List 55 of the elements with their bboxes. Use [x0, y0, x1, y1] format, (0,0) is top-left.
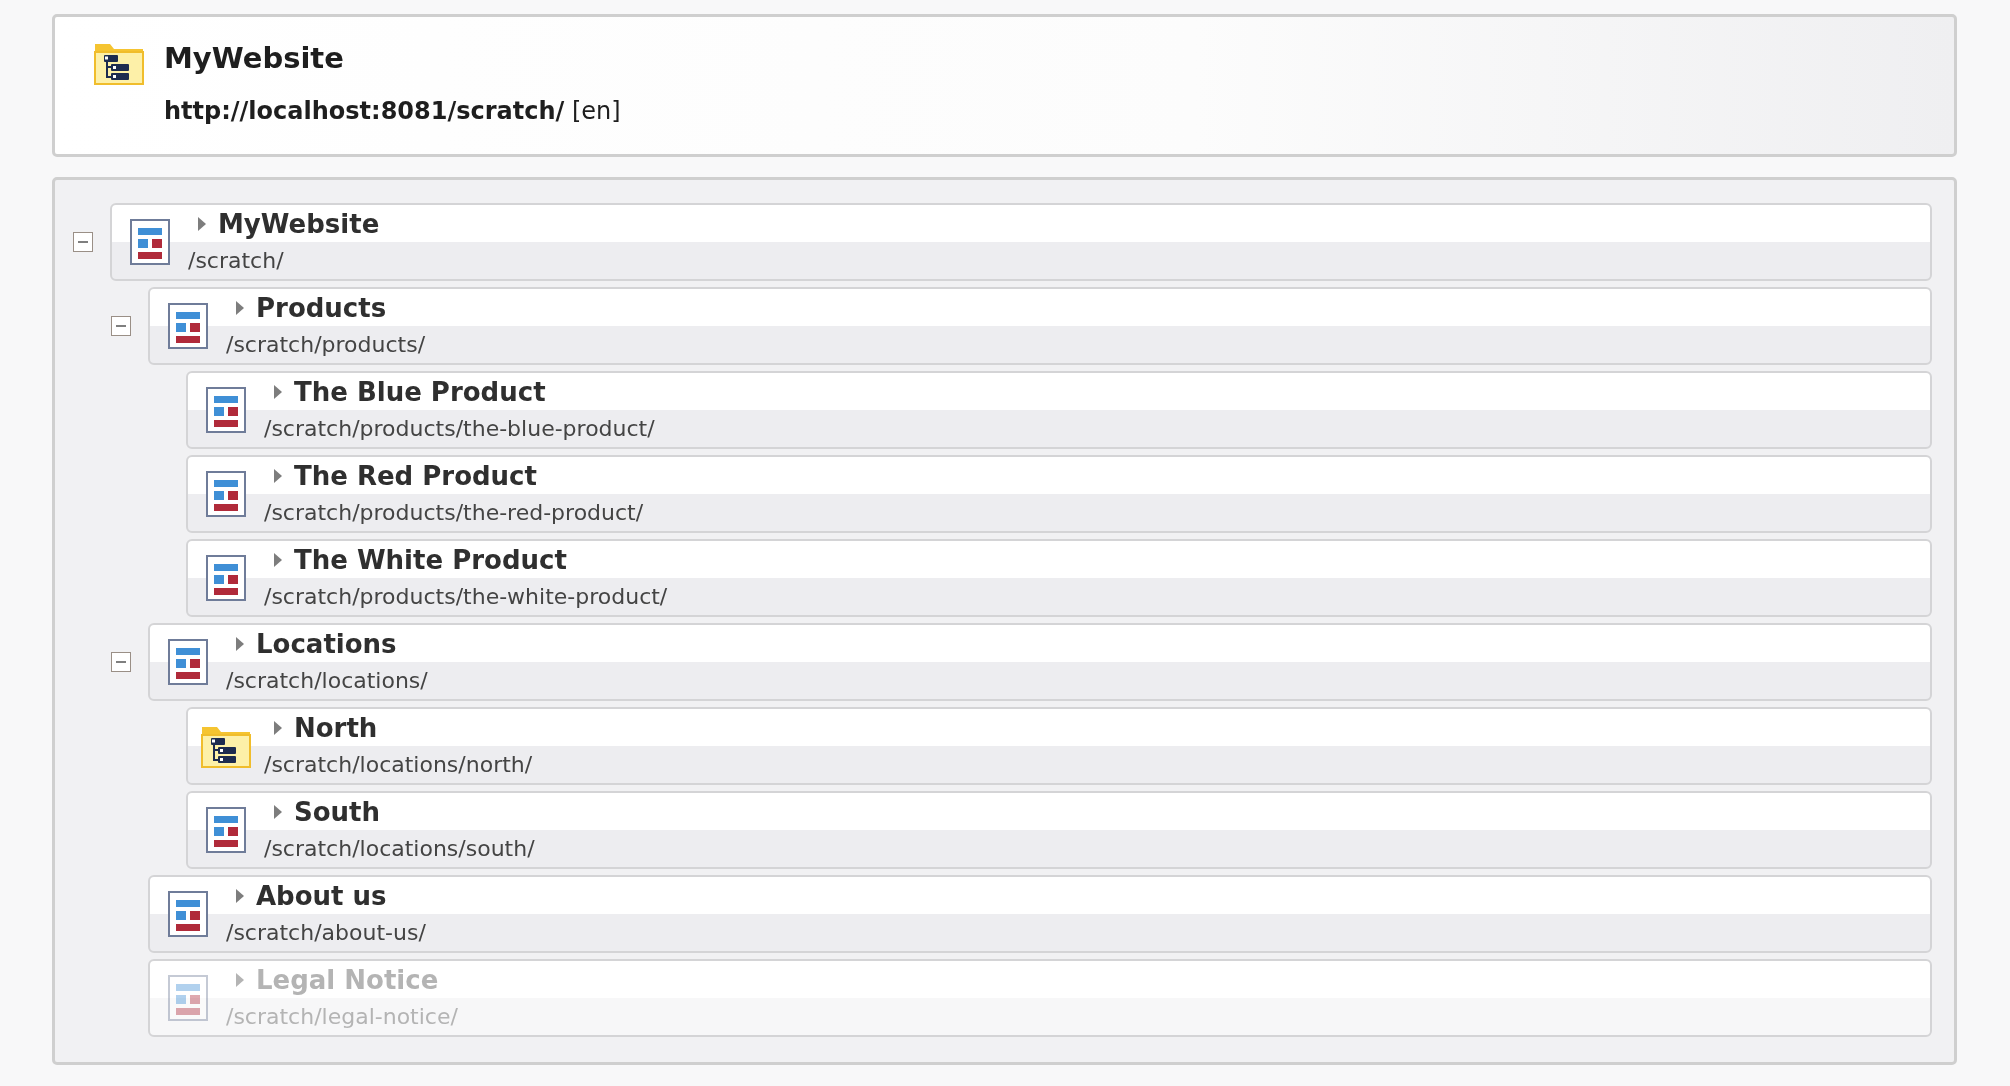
page-row[interactable]: North /scratch/locations/north/: [186, 707, 1932, 785]
page-icon: [206, 555, 246, 601]
page-path: /scratch/about-us/: [226, 920, 426, 945]
page-path: /scratch/locations/: [226, 668, 428, 693]
page-title: Legal Notice: [256, 964, 439, 995]
language-code: [en]: [571, 97, 621, 125]
page-icon: [168, 639, 208, 685]
caret-icon[interactable]: [274, 720, 282, 735]
page-title: Products: [256, 292, 387, 323]
page-row[interactable]: Locations /scratch/locations/: [148, 623, 1932, 701]
page-path: /scratch/products/the-blue-product/: [264, 416, 655, 441]
caret-icon[interactable]: [274, 552, 282, 567]
page-path: /scratch/: [188, 248, 284, 273]
site-title: MyWebsite: [164, 41, 345, 75]
folder-icon: [94, 41, 144, 85]
page-path: /scratch/products/the-white-product/: [264, 584, 668, 609]
page-title: The White Product: [294, 544, 567, 575]
page-path: /scratch/products/: [226, 332, 426, 357]
page-path: /scratch/locations/north/: [264, 752, 533, 777]
page-row[interactable]: The White Product /scratch/products/the-white-product/: [186, 539, 1932, 617]
caret-icon[interactable]: [236, 636, 244, 651]
page-path: /scratch/products/the-red-product/: [264, 500, 644, 525]
site-url: http://localhost:8081/scratch/: [164, 97, 565, 125]
page-title: The Blue Product: [294, 376, 546, 407]
caret-icon[interactable]: [274, 804, 282, 819]
page-icon: [168, 891, 208, 937]
collapse-toggle[interactable]: [111, 316, 131, 336]
page-row[interactable]: South /scratch/locations/south/: [186, 791, 1932, 869]
page-icon: [206, 807, 246, 853]
page-row[interactable]: The Blue Product /scratch/products/the-blue-product/: [186, 371, 1932, 449]
page-title: About us: [256, 880, 387, 911]
caret-icon[interactable]: [198, 216, 206, 231]
page-title: South: [294, 796, 381, 827]
page-icon: [206, 471, 246, 517]
collapse-toggle[interactable]: [73, 232, 93, 252]
collapse-toggle[interactable]: [111, 652, 131, 672]
page-title: Locations: [256, 628, 397, 659]
page-icon: [168, 303, 208, 349]
caret-icon[interactable]: [274, 384, 282, 399]
folder-icon: [201, 724, 251, 768]
page-row[interactable]: The Red Product /scratch/products/the-red-product/: [186, 455, 1932, 533]
page-path: /scratch/legal-notice/: [226, 1004, 458, 1029]
page-title: MyWebsite: [218, 208, 380, 239]
page-icon: [130, 219, 170, 265]
page-title: The Red Product: [294, 460, 537, 491]
page-row[interactable]: About us /scratch/about-us/: [148, 875, 1932, 953]
page-path: /scratch/locations/south/: [264, 836, 535, 861]
page-icon: [206, 387, 246, 433]
caret-icon[interactable]: [236, 888, 244, 903]
page-row[interactable]: MyWebsite /scratch/: [110, 203, 1932, 281]
page-title: North: [294, 712, 378, 743]
caret-icon[interactable]: [236, 300, 244, 315]
page-row[interactable]: Products /scratch/products/: [148, 287, 1932, 365]
caret-icon[interactable]: [274, 468, 282, 483]
page-icon: [168, 975, 208, 1021]
